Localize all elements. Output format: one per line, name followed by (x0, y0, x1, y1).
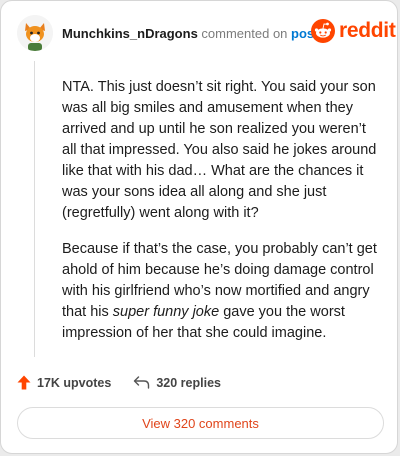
reply-count: 320 replies (156, 375, 221, 390)
comment-paragraph-1: NTA. This just doesn’t sit right. You sa… (62, 79, 377, 221)
reddit-brand[interactable]: reddit (311, 19, 396, 43)
comment-actions: 17K upvotes 320 replies (17, 375, 221, 390)
fox-avatar-icon (17, 15, 53, 51)
brand-name: reddit (339, 19, 396, 42)
view-comments-button[interactable]: View 320 comments (17, 407, 384, 439)
username[interactable]: Munchkins_nDragons (62, 26, 198, 41)
thread-line[interactable] (34, 61, 35, 357)
emphasis-text: super funny joke (112, 304, 220, 320)
comment-body: NTA. This just doesn’t sit right. You sa… (62, 77, 380, 359)
action-text: commented on (201, 26, 288, 41)
avatar[interactable] (17, 15, 53, 51)
reply-arrow-icon (134, 376, 150, 389)
comment-card: Munchkins_nDragons commented on post red… (0, 0, 398, 454)
upvote-count: 17K upvotes (37, 375, 112, 390)
reddit-logo-icon (311, 19, 335, 43)
upvote-arrow-icon (17, 375, 31, 390)
comment-paragraph-2: Because if that’s the case, you probably… (62, 239, 380, 344)
upvote-action[interactable]: 17K upvotes (17, 375, 111, 390)
comment-header: Munchkins_nDragons commented on post (62, 26, 319, 41)
replies-action[interactable]: 320 replies (133, 376, 221, 390)
